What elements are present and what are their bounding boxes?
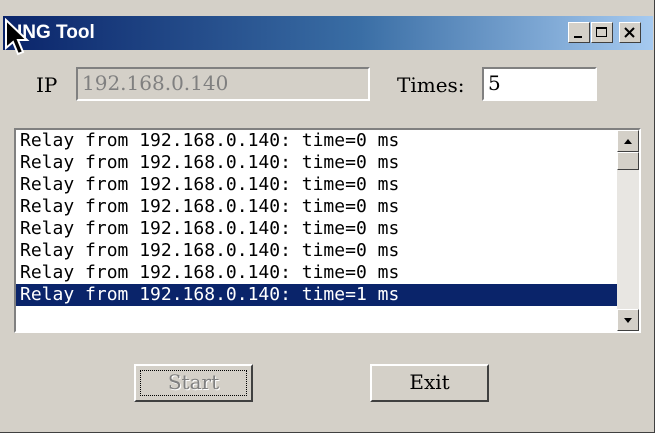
scrollbar[interactable] xyxy=(617,130,639,331)
ip-field[interactable]: 192.168.0.140 xyxy=(76,67,370,101)
close-button[interactable] xyxy=(619,22,641,43)
list-item[interactable]: Relay from 192.168.0.140: time=0 ms xyxy=(16,152,617,174)
list-item[interactable]: Relay from 192.168.0.140: time=1 ms xyxy=(16,284,617,306)
arrow-up-icon xyxy=(624,139,632,144)
maximize-icon xyxy=(596,27,607,37)
results-list[interactable]: Relay from 192.168.0.140: time=0 ms Relay… xyxy=(14,128,641,333)
list-item[interactable]: Relay from 192.168.0.140: time=0 ms xyxy=(16,218,617,240)
minimize-button[interactable] xyxy=(568,22,590,43)
exit-button[interactable]: Exit xyxy=(370,364,489,402)
close-icon xyxy=(624,27,635,38)
times-field[interactable]: 5 xyxy=(482,67,597,101)
ping-tool-window: ING Tool IP 192.168.0.140 Times: 5 Relay… xyxy=(0,0,655,433)
start-button[interactable]: Start xyxy=(134,364,253,402)
list-item[interactable]: Relay from 192.168.0.140: time=0 ms xyxy=(16,240,617,262)
scroll-down-button[interactable] xyxy=(617,309,639,331)
arrow-down-icon xyxy=(624,318,632,323)
results-rows: Relay from 192.168.0.140: time=0 ms Relay… xyxy=(16,130,617,306)
maximize-button[interactable] xyxy=(591,22,613,43)
times-label: Times: xyxy=(397,73,465,97)
scroll-up-button[interactable] xyxy=(617,130,639,152)
list-item[interactable]: Relay from 192.168.0.140: time=0 ms xyxy=(16,196,617,218)
list-item[interactable]: Relay from 192.168.0.140: time=0 ms xyxy=(16,262,617,284)
focus-ring xyxy=(140,370,247,396)
list-item[interactable]: Relay from 192.168.0.140: time=0 ms xyxy=(16,130,617,152)
title-bar[interactable]: ING Tool xyxy=(3,16,653,50)
exit-button-label: Exit xyxy=(409,370,450,394)
mouse-cursor-icon xyxy=(5,18,30,56)
scroll-thumb[interactable] xyxy=(617,152,639,170)
list-item[interactable]: Relay from 192.168.0.140: time=0 ms xyxy=(16,174,617,196)
minimize-icon xyxy=(574,36,582,38)
ip-label: IP xyxy=(36,73,58,97)
